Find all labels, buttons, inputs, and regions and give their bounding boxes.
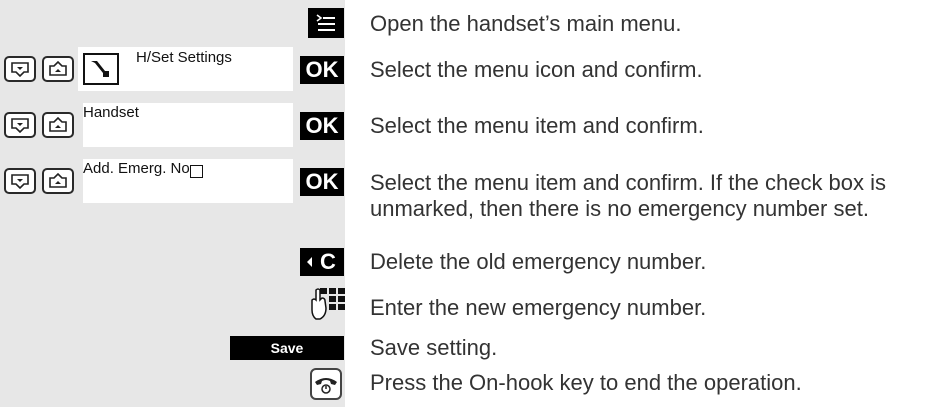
save-button[interactable]: Save xyxy=(230,336,344,360)
ok-key[interactable]: OK xyxy=(300,56,344,84)
display-label-add-emerg: Add. Emerg. No xyxy=(83,160,190,177)
step-6-description: Enter the new emergency number. xyxy=(370,295,707,320)
nav-down-key-icon[interactable] xyxy=(4,168,36,194)
clear-key-label: C xyxy=(320,249,336,274)
display-label-hset-settings: H/Set Settings xyxy=(136,49,232,66)
onhook-key-icon[interactable] xyxy=(310,368,342,400)
nav-down-key-icon[interactable] xyxy=(4,112,36,138)
display-panel-hset-settings: H/Set Settings xyxy=(78,47,293,91)
step-1-description: Open the handset’s main menu. xyxy=(370,11,682,36)
clear-key-icon[interactable]: C xyxy=(300,248,344,276)
tool-wrench-icon xyxy=(83,53,119,85)
step-4-description-line2: unmarked, then there is no emergency num… xyxy=(370,196,869,221)
step-2-description: Select the menu icon and confirm. xyxy=(370,57,703,82)
display-panel-handset: Handset xyxy=(83,103,293,147)
checkbox-icon[interactable] xyxy=(190,165,203,178)
display-label-handset: Handset xyxy=(83,104,139,121)
nav-up-key-icon[interactable] xyxy=(42,112,74,138)
display-panel-add-emerg: Add. Emerg. No xyxy=(83,159,293,203)
ok-key[interactable]: OK xyxy=(300,168,344,196)
step-3-description: Select the menu item and confirm. xyxy=(370,113,704,138)
nav-up-key-icon[interactable] xyxy=(42,168,74,194)
menu-key-icon[interactable] xyxy=(308,8,344,38)
nav-down-key-icon[interactable] xyxy=(4,56,36,82)
step-8-description: Press the On-hook key to end the operati… xyxy=(370,370,802,395)
nav-up-key-icon[interactable] xyxy=(42,56,74,82)
step-7-description: Save setting. xyxy=(370,335,498,360)
step-4-description-line1: Select the menu item and confirm. If the… xyxy=(370,170,887,195)
step-5-description: Delete the old emergency number. xyxy=(370,249,707,274)
ok-key[interactable]: OK xyxy=(300,112,344,140)
keypad-icon[interactable] xyxy=(310,286,346,327)
